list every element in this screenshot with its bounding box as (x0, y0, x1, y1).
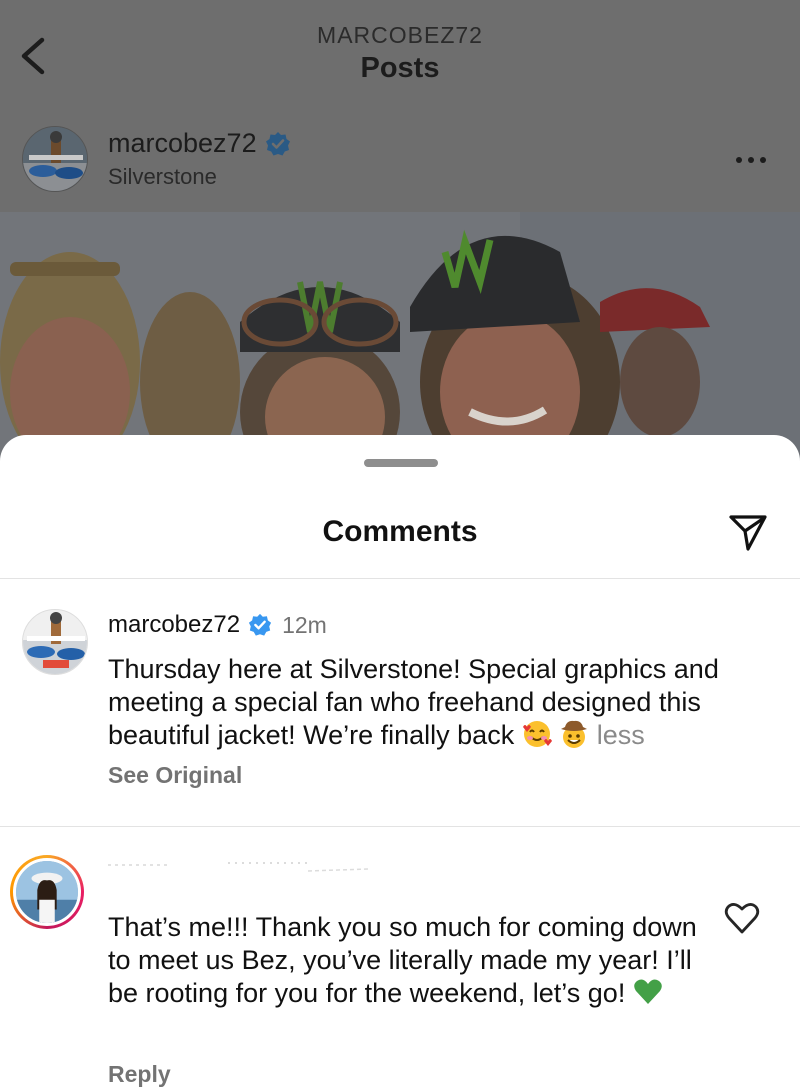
post-header: marcobez72 Silverstone (0, 112, 800, 210)
divider (0, 826, 800, 827)
paper-plane-icon (729, 515, 767, 551)
caption-text-block: Thursday here at Silverstone! Special gr… (108, 653, 778, 752)
more-horizontal-icon (736, 157, 742, 163)
post-location[interactable]: Silverstone (108, 164, 217, 190)
comment-text-block: That’s me!!! Thank you so much for comin… (108, 911, 708, 1010)
heart-outline-icon (724, 903, 760, 934)
post-image[interactable] (0, 212, 800, 460)
verified-badge-icon (265, 131, 290, 155)
page-title: Posts (360, 52, 440, 84)
avatar-with-story-ring[interactable] (10, 855, 84, 929)
see-original-button[interactable]: See Original (108, 762, 242, 789)
avatar[interactable] (22, 609, 88, 675)
comment-header: marcobez72 12m (108, 611, 327, 639)
reply-button[interactable]: Reply (108, 1061, 171, 1088)
redacted-username (108, 862, 369, 872)
post-author-username: marcobez72 (108, 128, 257, 158)
top-nav-bar: MARCOBEZ72 Posts (0, 0, 800, 110)
avatar[interactable] (22, 126, 88, 192)
comment-timestamp: 12m (282, 611, 327, 638)
smiling-face-with-hearts-icon (522, 721, 552, 747)
green-heart-icon (634, 979, 662, 1004)
post-author[interactable]: marcobez72 (108, 128, 291, 159)
verified-badge-icon (249, 613, 272, 636)
comment-text: That’s me!!! Thank you so much for comin… (108, 912, 697, 1008)
profile-username-header: MARCOBEZ72 (317, 22, 483, 48)
sheet-drag-handle[interactable] (364, 459, 438, 467)
more-options-button[interactable] (736, 150, 772, 170)
avatar (13, 858, 81, 926)
comments-sheet: Comments marcobez72 12m Thursday here at… (0, 435, 800, 1090)
comment-username[interactable]: marcobez72 (108, 611, 240, 639)
share-button[interactable] (728, 511, 768, 555)
like-comment-button[interactable] (724, 901, 760, 935)
cowboy-face-icon (561, 720, 588, 748)
comments-title: Comments (322, 515, 478, 548)
divider (0, 578, 800, 579)
less-link[interactable]: less (597, 720, 645, 750)
